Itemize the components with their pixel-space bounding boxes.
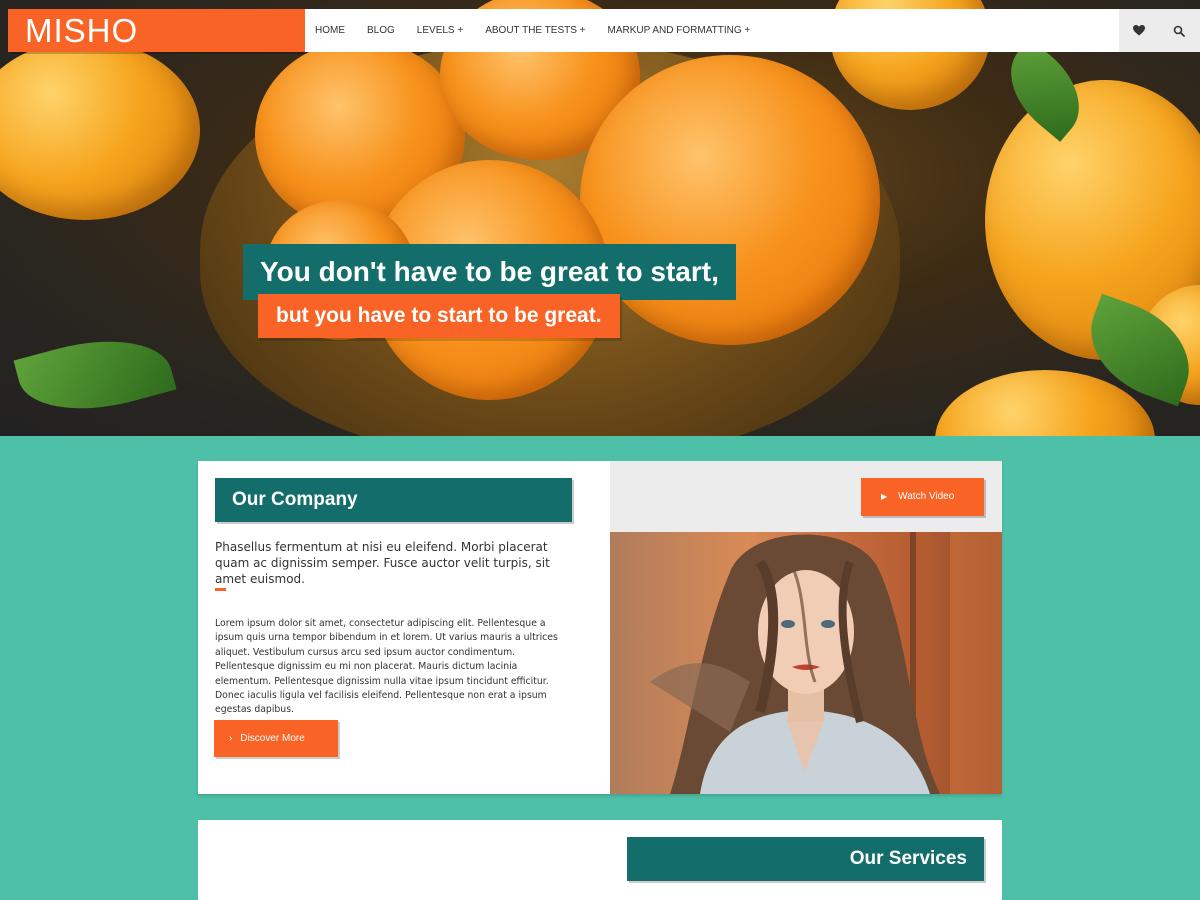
heart-icon[interactable] [1119,9,1159,52]
chevron-right-icon: › [229,733,233,744]
video-strip: ▶ Watch Video [610,461,1002,532]
company-lead-text: Phasellus fermentum at nisi eu eleifend.… [215,540,550,586]
nav-item-levels[interactable]: LEVELS + [417,25,463,36]
watch-video-button[interactable]: ▶ Watch Video [861,478,984,516]
nav-item-markup-and-formatting[interactable]: MARKUP AND FORMATTING + [608,25,751,36]
nav-icon-group [1119,9,1200,52]
nav-item-home[interactable]: HOME [315,25,345,36]
company-card: Our Company Phasellus fermentum at nisi … [198,461,1002,794]
search-icon[interactable] [1159,9,1199,52]
company-text-panel: Our Company Phasellus fermentum at nisi … [198,461,610,794]
company-heading: Our Company [215,478,572,522]
company-media-panel: ▶ Watch Video [610,461,1002,794]
hero-subheadline: but you have to start to be great. [258,294,620,338]
main-nav: HOME BLOG LEVELS + ABOUT THE TESTS + MAR… [305,9,1119,52]
portrait-illustration [650,532,1002,794]
services-card: Our Services [198,820,1002,900]
site-logo[interactable]: MISHO [8,9,305,52]
company-body-text: Lorem ipsum dolor sit amet, consectetur … [215,618,558,716]
nav-item-about-the-tests[interactable]: ABOUT THE TESTS + [485,25,585,36]
company-photo [610,532,1002,794]
hero-orange [0,40,200,220]
discover-more-button[interactable]: › Discover More [214,720,338,757]
accent-divider [215,588,226,591]
nav-item-blog[interactable]: BLOG [367,25,395,36]
hero-orange [580,55,880,345]
play-icon: ▶ [881,492,888,501]
watch-video-label: Watch Video [898,491,955,502]
discover-more-label: Discover More [240,733,305,744]
hero-leaf [13,321,177,429]
services-heading: Our Services [627,837,984,881]
hero-headline: You don't have to be great to start, [243,244,736,300]
hero-banner: You don't have to be great to start, but… [0,0,1200,436]
